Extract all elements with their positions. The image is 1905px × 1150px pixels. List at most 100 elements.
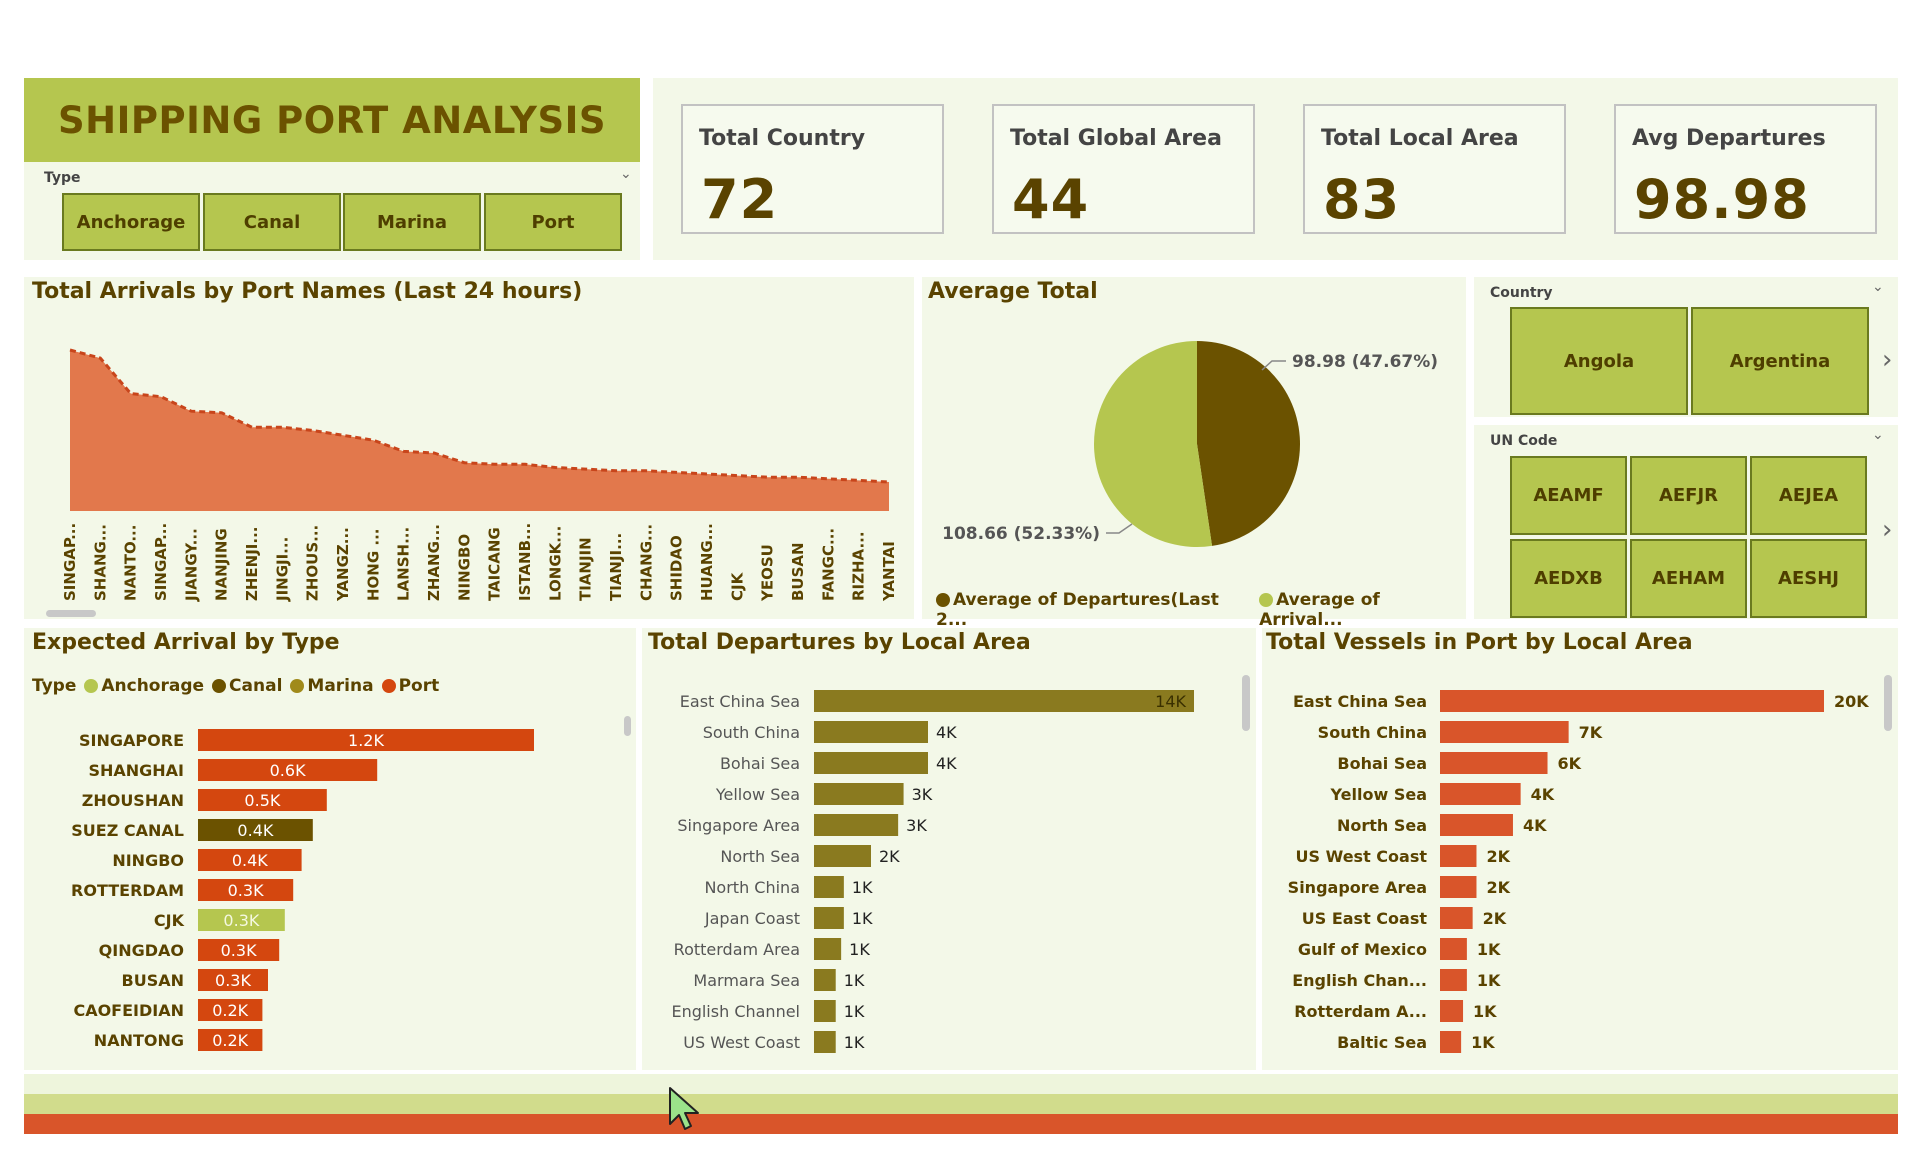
expected-arrival-bar-chart: SINGAPORE 1.2K SHANGHAI 0.6K ZHOUSHAN 0.5K SUE…: [71, 729, 534, 1051]
kpi-value: 98.98: [1634, 168, 1810, 231]
x-tick-label: YEOSU: [759, 544, 777, 602]
uncode-option-aejea[interactable]: AEJEA: [1750, 456, 1867, 535]
bar: [1440, 1031, 1462, 1053]
bar: [814, 1000, 836, 1022]
category-label: CJK: [154, 911, 185, 930]
uncode-option-aeamf[interactable]: AEAMF: [1510, 456, 1627, 535]
bar-data-label: 0.4K: [232, 851, 268, 870]
chevron-right-icon[interactable]: ›: [1882, 515, 1892, 545]
bar-data-label: 1K: [852, 878, 873, 897]
category-label: North Sea: [1337, 816, 1427, 835]
bar-data-label: 1K: [844, 1033, 865, 1052]
x-tick-label: JINGJI...: [273, 537, 291, 602]
country-option-angola[interactable]: Angola: [1510, 307, 1688, 415]
bar: [814, 845, 871, 867]
bar-data-label: 1.2K: [348, 731, 384, 750]
category-label: Rotterdam A...: [1294, 1002, 1427, 1021]
category-label: North China: [704, 878, 800, 897]
type-option-canal[interactable]: Canal: [203, 193, 341, 251]
category-label: East China Sea: [680, 692, 800, 711]
x-tick-label: CJK: [728, 571, 746, 601]
uncode-option-aefjr[interactable]: AEFJR: [1630, 456, 1747, 535]
bar-data-label: 0.3K: [221, 941, 257, 960]
x-tick-label: SINGAP...: [61, 523, 79, 601]
uncode-option-aeshj[interactable]: AESHJ: [1750, 539, 1867, 618]
bar: [1440, 938, 1467, 960]
x-tick-label: ZHOUS...: [304, 525, 322, 601]
category-label: Yellow Sea: [1330, 785, 1427, 804]
kpi-card-total-local-area: Total Local Area 83: [1303, 104, 1566, 234]
category-label: ROTTERDAM: [71, 881, 184, 900]
pie-legend: Average of Departures(Last 2... Average …: [936, 590, 1466, 630]
category-label: US East Coast: [1302, 909, 1428, 928]
legend-item-departures[interactable]: Average of Departures(Last 2...: [936, 590, 1251, 630]
type-option-anchorage[interactable]: Anchorage: [62, 193, 200, 251]
category-label: Bohai Sea: [720, 754, 800, 773]
bar-data-label: 2K: [879, 847, 900, 866]
x-tick-label: RIZHA...: [850, 531, 868, 601]
departures-panel: Total Departures by Local Area East Chin…: [642, 628, 1256, 1070]
bar-data-label: 2K: [1483, 909, 1507, 928]
bar-data-label: 1K: [1471, 1033, 1495, 1052]
bar: [814, 938, 842, 960]
arrivals-chart-panel: Total Arrivals by Port Names (Last 24 ho…: [24, 277, 914, 619]
x-tick-label: ZHENJI...: [243, 527, 261, 602]
kpi-value: 44: [1012, 168, 1090, 231]
category-label: QINGDAO: [99, 941, 184, 960]
country-option-argentina[interactable]: Argentina: [1691, 307, 1869, 415]
x-tick-label: YANTAI: [880, 541, 898, 602]
category-label: Gulf of Mexico: [1298, 940, 1427, 959]
category-label: Rotterdam Area: [674, 940, 800, 959]
bar-data-label: 4K: [936, 723, 957, 742]
bar: [1440, 845, 1477, 867]
category-label: ZHOUSHAN: [82, 791, 184, 810]
x-tick-label: FANGC...: [819, 528, 837, 601]
category-label: East China Sea: [1293, 692, 1427, 711]
kpi-label: Total Country: [699, 126, 866, 151]
category-label: Yellow Sea: [715, 785, 800, 804]
bar-data-label: 1K: [852, 909, 873, 928]
bar-data-label: 20K: [1834, 692, 1869, 711]
x-tick-label: BUSAN: [789, 542, 807, 601]
type-option-port[interactable]: Port: [484, 193, 622, 251]
departures-bar-chart: East China Sea 14K South China 4K Bohai Sea 4…: [671, 690, 1194, 1053]
chevron-down-icon[interactable]: ⌄: [1872, 427, 1884, 443]
bar: [814, 752, 928, 774]
bar: [1440, 907, 1473, 929]
pie-slice: [1197, 341, 1301, 546]
bar-data-label: 1K: [1473, 1002, 1497, 1021]
bar-data-label: 4K: [1531, 785, 1555, 804]
bar-data-label: 1K: [1477, 940, 1501, 959]
category-label: SINGAPORE: [79, 731, 184, 750]
chevron-down-icon[interactable]: ⌄: [620, 166, 632, 182]
pie-data-label: 108.66 (52.33%): [942, 524, 1100, 544]
x-tick-label: NINGBO: [455, 534, 473, 601]
chevron-right-icon[interactable]: ›: [1882, 345, 1892, 375]
kpi-card-avg-departures: Avg Departures 98.98: [1614, 104, 1877, 234]
legend-item-arrivals[interactable]: Average of Arrival...: [1259, 590, 1466, 630]
uncode-option-aedxb[interactable]: AEDXB: [1510, 539, 1627, 618]
kpi-label: Total Local Area: [1321, 126, 1519, 151]
arrivals-area-chart: SINGAP... SHANG... NANTO... SINGAP... JIANGY…: [61, 348, 898, 602]
category-label: NANTONG: [94, 1031, 184, 1050]
bar-data-label: 0.5K: [244, 791, 280, 810]
uncode-option-aeham[interactable]: AEHAM: [1630, 539, 1747, 618]
expected-arrival-panel: Expected Arrival by Type Type Anchorage …: [24, 628, 636, 1070]
bar: [1440, 783, 1521, 805]
category-label: Japan Coast: [704, 909, 800, 928]
bar: [814, 1031, 836, 1053]
vertical-scrollbar[interactable]: [1242, 675, 1250, 731]
type-option-marina[interactable]: Marina: [343, 193, 481, 251]
vertical-scrollbar[interactable]: [1884, 675, 1892, 731]
x-tick-label: HONG ...: [364, 529, 382, 602]
bar: [814, 783, 904, 805]
horizontal-scrollbar[interactable]: [46, 610, 96, 617]
chevron-down-icon[interactable]: ⌄: [1872, 279, 1884, 295]
bar-data-label: 0.6K: [270, 761, 306, 780]
category-label: SUEZ CANAL: [71, 821, 184, 840]
x-tick-label: JIANGY...: [182, 528, 200, 602]
vertical-scrollbar[interactable]: [624, 716, 631, 736]
category-label: Marmara Sea: [693, 971, 800, 990]
x-tick-label: SHANG...: [91, 524, 109, 601]
footer-band-lime: [24, 1094, 1898, 1114]
